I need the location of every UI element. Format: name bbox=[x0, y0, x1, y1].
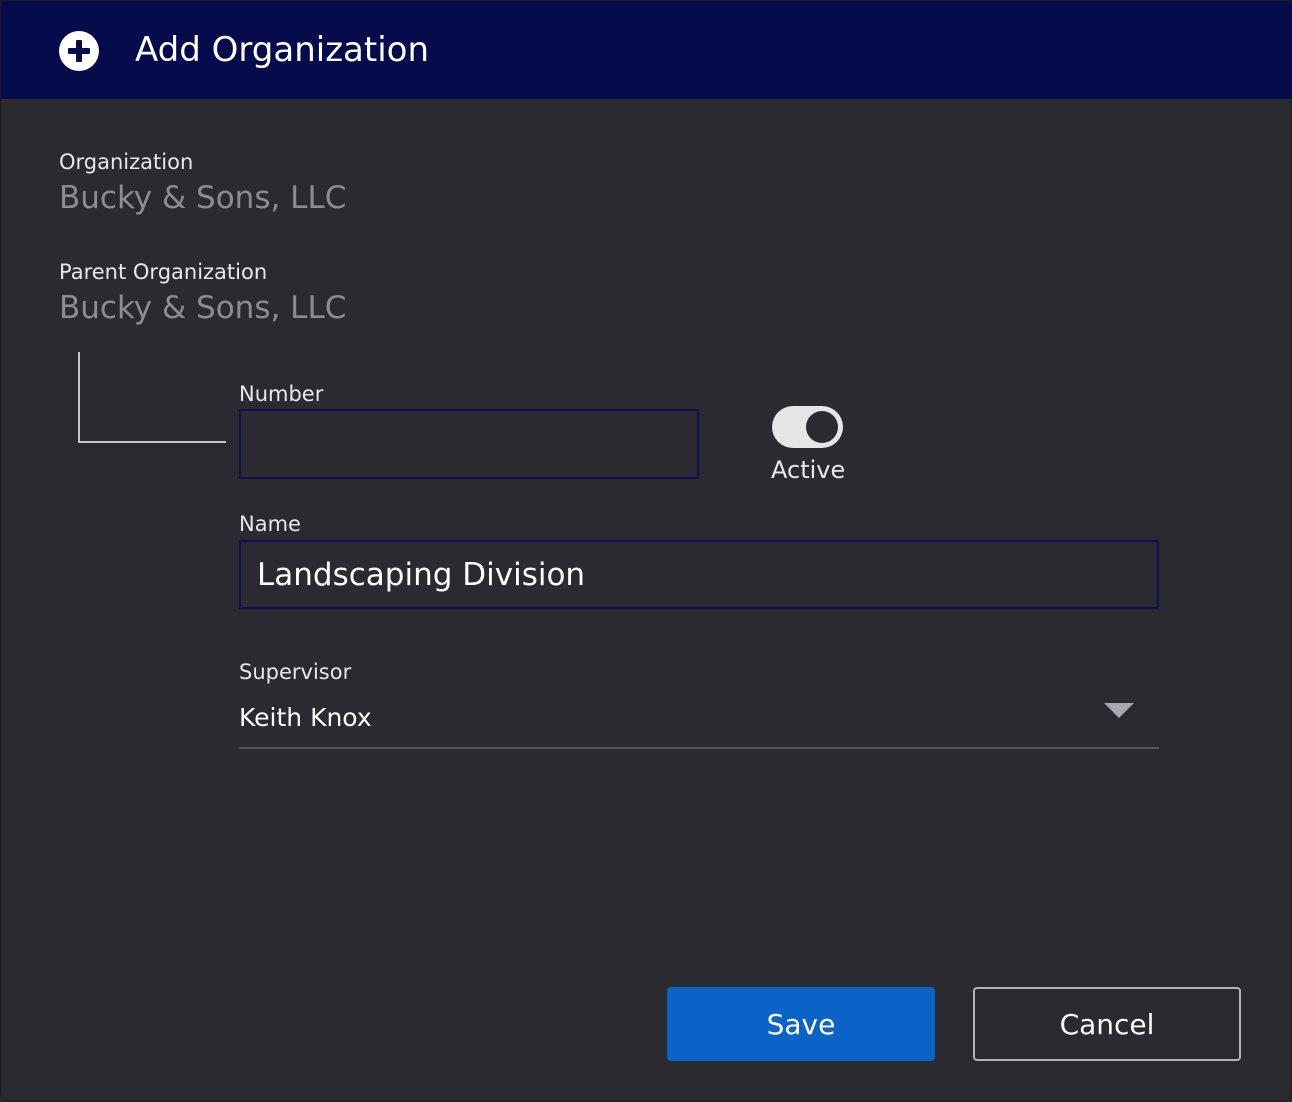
parent-organization-label: Parent Organization bbox=[59, 260, 268, 284]
name-field[interactable] bbox=[239, 540, 1159, 609]
organization-label: Organization bbox=[59, 150, 194, 174]
hierarchy-connector bbox=[78, 352, 226, 443]
supervisor-select[interactable]: Keith Knox bbox=[239, 693, 1159, 749]
dialog-title: Add Organization bbox=[135, 30, 429, 70]
cancel-button[interactable]: Cancel bbox=[973, 987, 1241, 1061]
active-toggle[interactable] bbox=[772, 406, 843, 448]
active-label: Active bbox=[771, 456, 846, 484]
supervisor-value: Keith Knox bbox=[239, 703, 372, 732]
organization-value: Bucky & Sons, LLC bbox=[59, 180, 347, 216]
plus-circle-icon bbox=[59, 31, 99, 71]
parent-organization-value: Bucky & Sons, LLC bbox=[59, 290, 347, 326]
name-label: Name bbox=[239, 512, 301, 536]
number-label: Number bbox=[239, 382, 324, 406]
dialog-header: Add Organization bbox=[1, 1, 1292, 99]
chevron-down-icon[interactable] bbox=[1104, 703, 1134, 718]
number-field[interactable] bbox=[239, 409, 699, 479]
add-organization-dialog: Add Organization Organization Bucky & So… bbox=[0, 0, 1292, 1102]
toggle-knob bbox=[806, 411, 838, 443]
save-button[interactable]: Save bbox=[667, 987, 935, 1061]
supervisor-label: Supervisor bbox=[239, 660, 352, 684]
